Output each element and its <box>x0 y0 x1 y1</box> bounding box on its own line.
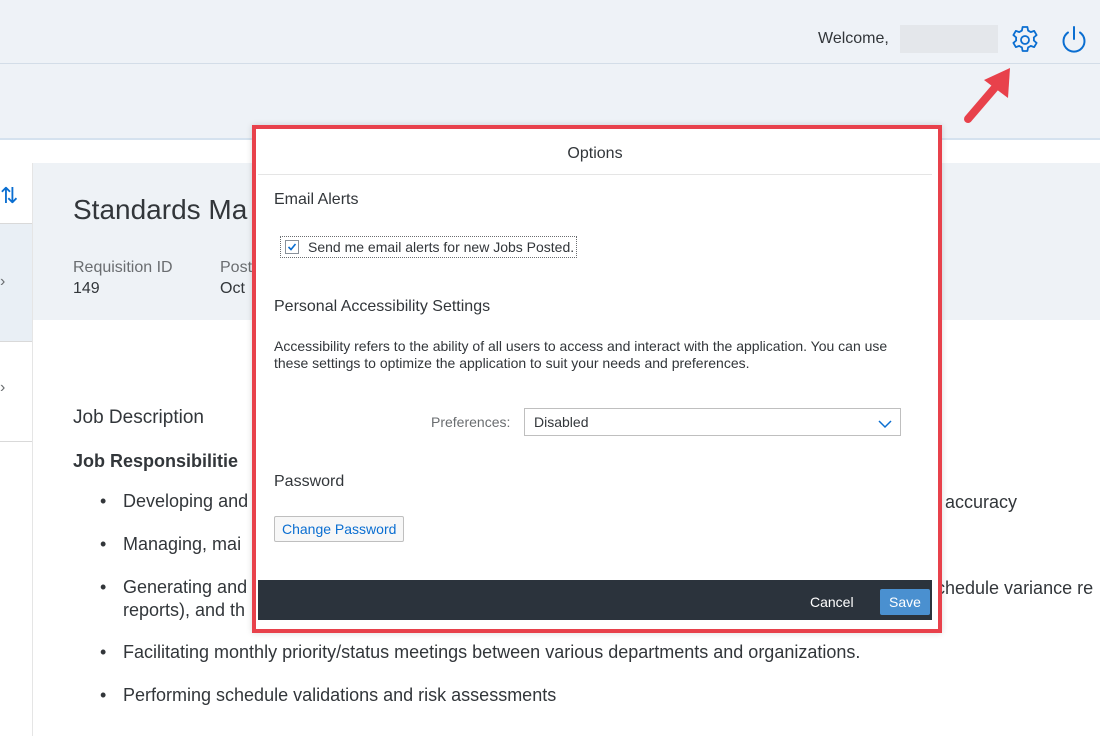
change-password-button[interactable]: Change Password <box>274 516 405 542</box>
bullet-text-fragment: reports), and th <box>123 600 246 620</box>
dialog-footer: Cancel Save <box>258 580 932 620</box>
side-list-item[interactable]: › <box>0 341 32 442</box>
accessibility-description: Accessibility refers to the ability of a… <box>274 338 888 371</box>
preferences-select[interactable]: Disabled <box>524 408 901 436</box>
cancel-button[interactable]: Cancel <box>810 594 854 610</box>
gear-icon[interactable] <box>1009 24 1041 56</box>
chevron-right-icon: › <box>0 379 6 396</box>
side-list-item[interactable]: › <box>0 223 32 342</box>
posted-label: Post <box>220 259 253 276</box>
password-heading: Password <box>274 473 345 490</box>
bullet-text-fragment: d accuracy <box>930 492 1018 512</box>
options-dialog: Options Email Alerts Send me email alert… <box>258 132 932 620</box>
list-item: Facilitating monthly priority/status mee… <box>100 641 1100 663</box>
requisition-id-label: Requisition ID <box>73 259 173 276</box>
checkbox-icon[interactable] <box>285 240 299 254</box>
email-alerts-heading: Email Alerts <box>274 191 359 208</box>
email-alerts-checkbox[interactable]: Send me email alerts for new Jobs Posted… <box>280 236 578 258</box>
email-alerts-checkbox-label[interactable]: Send me email alerts for new Jobs Posted… <box>308 239 574 255</box>
shell-header: Welcome, <box>0 0 1100 64</box>
dialog-title: Options <box>567 145 623 162</box>
accessibility-heading: Personal Accessibility Settings <box>274 298 491 315</box>
save-button[interactable]: Save <box>880 589 930 615</box>
dialog-title-bar: Options <box>258 132 932 175</box>
chevron-right-icon: › <box>0 273 6 290</box>
welcome-label: Welcome, <box>818 30 889 47</box>
job-responsibilities-heading: Job Responsibilitie <box>73 451 239 471</box>
user-name-redacted <box>900 25 998 53</box>
requisition-id-value: 149 <box>73 280 100 297</box>
chevron-down-icon <box>878 416 892 434</box>
page-title: Standards Ma <box>73 194 248 225</box>
preferences-label: Preferences: <box>431 414 511 430</box>
sort-arrows-icon[interactable]: ⇅ <box>0 183 18 209</box>
job-description-heading: Job Description <box>73 407 204 428</box>
list-item: Performing schedule validations and risk… <box>100 684 1100 706</box>
posted-value: Oct <box>220 280 245 297</box>
preferences-value: Disabled <box>534 414 589 430</box>
power-icon[interactable] <box>1058 24 1090 56</box>
bullet-text-fragment: chedule variance re <box>936 578 1094 598</box>
annotation-arrow-icon <box>958 62 1018 133</box>
